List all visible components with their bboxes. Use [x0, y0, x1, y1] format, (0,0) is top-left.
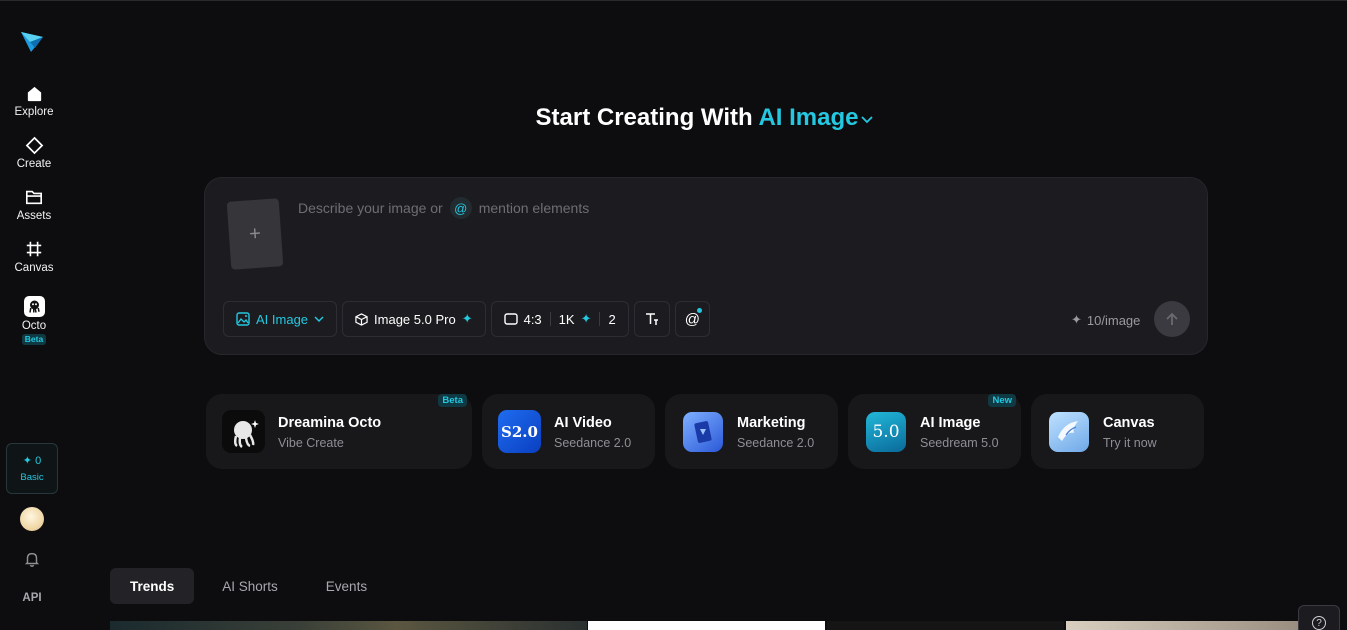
card-subtitle: Vibe Create	[278, 436, 344, 450]
sidebar: Explore Create Assets Canvas Octo Beta ✦…	[0, 1, 68, 630]
frame-icon	[24, 239, 44, 259]
arrow-up-icon	[1166, 312, 1178, 325]
sparkle-icon: ✦	[580, 311, 592, 326]
card-subtitle: Seedance 2.0	[737, 436, 815, 450]
card-marketing[interactable]: Marketing Seedance 2.0	[665, 394, 838, 469]
upload-reference-button[interactable]: +	[226, 198, 284, 270]
text-icon	[645, 313, 658, 325]
at-icon: @	[684, 310, 700, 328]
card-subtitle: Seedance 2.0	[554, 436, 632, 450]
sparkle-icon: ✦	[461, 311, 473, 326]
mode-selector[interactable]: AI Image	[758, 104, 874, 131]
generate-button[interactable]	[1154, 301, 1190, 337]
sidebar-item-create[interactable]: Create	[0, 135, 68, 170]
image-thumbnail: 5.0	[866, 412, 906, 452]
canvas-thumbnail	[1049, 412, 1089, 452]
dreamina-logo[interactable]	[19, 28, 45, 54]
marketing-thumbnail	[683, 412, 723, 452]
help-button[interactable]: ?	[1298, 605, 1340, 630]
plan-label: Basic	[20, 472, 44, 483]
beta-badge: Beta	[438, 394, 467, 407]
sidebar-item-assets[interactable]: Assets	[0, 187, 68, 222]
cost-indicator: ✦ 10/image	[1071, 312, 1141, 328]
diamond-icon	[24, 135, 44, 155]
sparkle-icon: ✦	[1071, 312, 1082, 327]
mention-icon: @	[449, 197, 472, 219]
card-title: Canvas	[1103, 415, 1155, 431]
card-title: AI Video	[554, 415, 612, 431]
settings-dropdown[interactable]: 4:3 1K ✦ 2	[490, 301, 629, 337]
credits-button[interactable]: ✦ 0 Basic	[6, 443, 58, 494]
image-icon	[236, 312, 250, 326]
api-link[interactable]: API	[0, 592, 64, 604]
chevron-down-icon	[861, 116, 874, 123]
notification-dot	[696, 308, 702, 313]
card-subtitle: Seedream 5.0	[920, 436, 999, 450]
sidebar-item-label: Octo	[21, 320, 47, 332]
card-title: Dreamina Octo	[278, 415, 382, 431]
folder-icon	[24, 187, 44, 207]
octo-thumbnail	[222, 410, 265, 453]
mode-dropdown[interactable]: AI Image	[223, 301, 338, 337]
beta-badge: Beta	[21, 334, 47, 345]
octopus-icon	[23, 296, 45, 317]
feed-tabs: Trends AI Shorts Events	[110, 568, 395, 604]
home-icon	[24, 83, 44, 103]
prompt-box: + Describe your image or @ mention eleme…	[204, 177, 1208, 355]
plus-icon: +	[248, 222, 262, 245]
bell-icon[interactable]	[23, 550, 41, 568]
avatar[interactable]	[20, 507, 44, 531]
tab-events[interactable]: Events	[306, 568, 387, 604]
aspect-ratio-icon	[503, 313, 518, 325]
card-dreamina-octo[interactable]: Dreamina Octo Vibe Create Beta	[206, 394, 472, 469]
gallery-item[interactable]	[1066, 621, 1298, 630]
sidebar-item-label: Create	[16, 158, 52, 170]
sparkle-icon: ✦	[22, 455, 33, 467]
card-canvas[interactable]: Canvas Try it now	[1031, 394, 1204, 469]
tab-trends[interactable]: Trends	[110, 568, 195, 604]
help-icon: ?	[1312, 616, 1326, 630]
cube-icon	[355, 312, 368, 326]
gallery-item[interactable]	[110, 621, 587, 630]
sidebar-item-label: Canvas	[14, 262, 54, 274]
tab-ai-shorts[interactable]: AI Shorts	[202, 568, 298, 604]
prompt-input[interactable]: Describe your image or @ mention element…	[298, 197, 589, 219]
page-title: Start Creating With AI Image	[0, 104, 1347, 132]
credits-count: ✦ 0	[22, 455, 42, 467]
gallery-item[interactable]	[588, 621, 825, 630]
video-thumbnail: S2.0	[498, 410, 541, 453]
chevron-down-icon	[314, 316, 324, 323]
sidebar-item-label: Assets	[16, 210, 52, 222]
card-subtitle: Try it now	[1103, 436, 1157, 450]
gallery-item[interactable]	[827, 621, 1064, 630]
prompt-toolbar: AI Image Image 5.0 Pro ✦ 4:3 1K ✦ 2 @	[223, 301, 710, 337]
sidebar-item-canvas[interactable]: Canvas	[0, 239, 68, 274]
text-style-button[interactable]	[633, 301, 670, 337]
card-title: Marketing	[737, 415, 806, 431]
card-ai-video[interactable]: S2.0 AI Video Seedance 2.0	[482, 394, 655, 469]
card-ai-image[interactable]: 5.0 AI Image Seedream 5.0 New	[848, 394, 1021, 469]
model-dropdown[interactable]: Image 5.0 Pro ✦	[342, 301, 486, 337]
new-badge: New	[988, 394, 1016, 407]
mention-button[interactable]: @	[674, 301, 710, 337]
sidebar-item-octo[interactable]: Octo Beta	[0, 296, 68, 345]
card-title: AI Image	[920, 415, 981, 431]
